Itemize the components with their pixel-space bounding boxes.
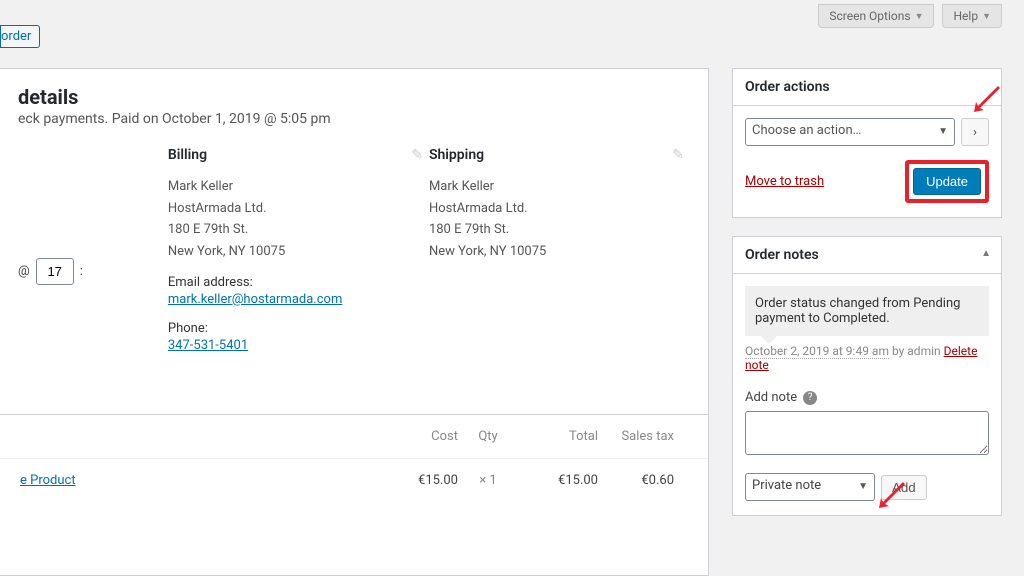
shipping-heading: Shipping: [429, 147, 690, 163]
shipping-address: Mark Keller HostArmada Ltd. 180 E 79th S…: [429, 177, 690, 261]
page-title: details: [18, 85, 690, 109]
items-header: Cost Qty Total Sales tax: [0, 415, 708, 458]
note-type-select[interactable]: Private note: [745, 473, 875, 501]
help-label: Help: [953, 9, 978, 23]
chevron-down-icon: ▼: [915, 11, 924, 22]
order-actions-box: Order actions Choose an action… › Move t…: [732, 68, 1002, 218]
col-total: Total: [518, 429, 598, 444]
item-product-link[interactable]: e Product: [20, 473, 76, 488]
table-row: e Product €15.00 × 1 €15.00 €0.60: [0, 458, 708, 502]
shipping-company: HostArmada Ltd.: [429, 199, 690, 219]
add-order-button[interactable]: order: [0, 25, 40, 48]
order-notes-box: Order notes ▲ Order status changed from …: [732, 236, 1002, 516]
chevron-right-icon: ›: [973, 125, 977, 140]
order-notes-heading: Order notes: [745, 247, 819, 263]
item-total: €15.00: [518, 473, 598, 488]
note-meta: October 2, 2019 at 9:49 am by admin Dele…: [745, 344, 989, 372]
billing-company: HostArmada Ltd.: [168, 199, 429, 219]
chevron-up-icon[interactable]: ▲: [981, 248, 991, 259]
time-at: @: [18, 264, 30, 279]
pencil-icon[interactable]: ✎: [411, 147, 423, 163]
col-tax: Sales tax: [598, 429, 688, 444]
update-highlight: Update: [905, 160, 989, 203]
order-minute-input[interactable]: [36, 258, 74, 285]
order-action-select-label: Choose an action…: [752, 123, 861, 138]
billing-address: Mark Keller HostArmada Ltd. 180 E 79th S…: [168, 177, 429, 261]
apply-action-button[interactable]: ›: [961, 118, 989, 146]
move-to-trash-link[interactable]: Move to trash: [745, 174, 824, 189]
add-order-label: order: [1, 29, 31, 44]
screen-options-button[interactable]: Screen Options ▼: [818, 4, 934, 28]
billing-email-link[interactable]: mark.keller@hostarmada.com: [168, 292, 342, 307]
update-button[interactable]: Update: [913, 168, 981, 195]
note-by: by admin: [889, 344, 944, 358]
billing-street: 180 E 79th St.: [168, 220, 429, 240]
shipping-name: Mark Keller: [429, 177, 690, 197]
shipping-street: 180 E 79th St.: [429, 220, 690, 240]
order-actions-heading: Order actions: [745, 79, 830, 95]
billing-name: Mark Keller: [168, 177, 429, 197]
pencil-icon[interactable]: ✎: [672, 147, 684, 163]
billing-city: New York, NY 10075: [168, 242, 429, 262]
add-note-textarea[interactable]: [745, 411, 989, 455]
add-note-button[interactable]: Add: [881, 475, 927, 500]
chevron-down-icon: ▼: [982, 11, 991, 22]
billing-email-label: Email address:: [168, 275, 429, 290]
note-type-label: Private note: [752, 478, 821, 493]
help-button[interactable]: Help ▼: [942, 4, 1002, 28]
shipping-city: New York, NY 10075: [429, 242, 690, 262]
item-cost: €15.00: [388, 473, 458, 488]
add-note-label: Add note: [745, 390, 797, 405]
time-colon: :: [80, 264, 83, 279]
note-timestamp: October 2, 2019 at 9:49 am: [745, 344, 889, 359]
billing-heading: Billing: [168, 147, 429, 163]
billing-phone-label: Phone:: [168, 321, 429, 336]
col-cost: Cost: [388, 429, 458, 444]
note-item: Order status changed from Pending paymen…: [745, 286, 989, 336]
item-qty: × 1: [458, 473, 518, 488]
item-tax: €0.60: [598, 473, 688, 488]
note-text: Order status changed from Pending paymen…: [755, 296, 960, 326]
page-subtitle: eck payments. Paid on October 1, 2019 @ …: [18, 111, 690, 127]
help-icon[interactable]: ?: [803, 391, 817, 405]
screen-options-label: Screen Options: [829, 9, 910, 23]
order-action-select[interactable]: Choose an action…: [745, 118, 955, 146]
col-qty: Qty: [458, 429, 518, 444]
order-items-panel: Cost Qty Total Sales tax e Product €15.0…: [0, 414, 709, 576]
billing-phone-link[interactable]: 347-531-5401: [168, 338, 248, 353]
